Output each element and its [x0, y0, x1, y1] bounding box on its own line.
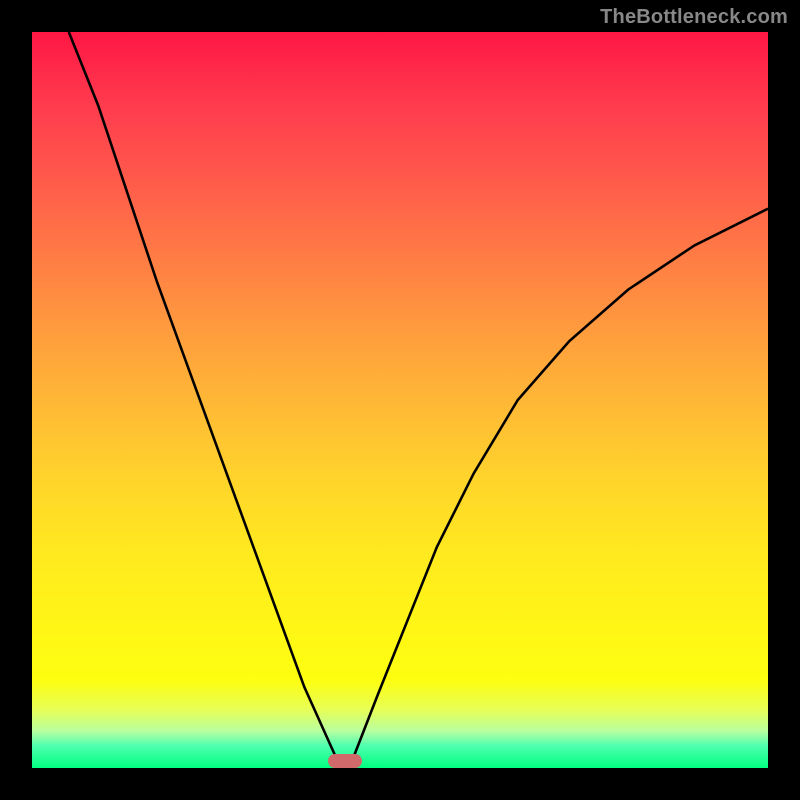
- bottleneck-curve: [32, 32, 768, 768]
- watermark: TheBottleneck.com: [600, 6, 788, 29]
- optimal-marker: [328, 754, 362, 768]
- curve-path: [69, 32, 768, 761]
- chart-container: TheBottleneck.com: [0, 0, 800, 800]
- plot-area: [32, 32, 768, 768]
